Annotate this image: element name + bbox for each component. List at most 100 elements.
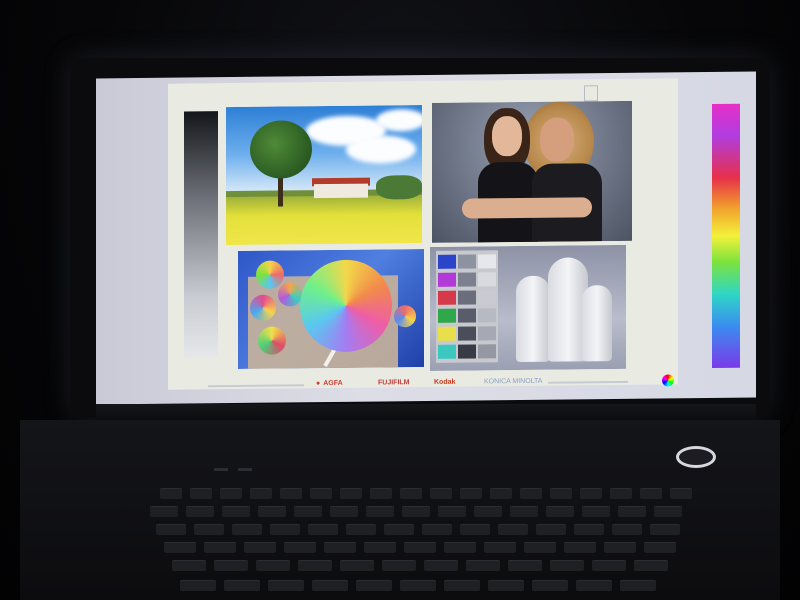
keyboard-key[interactable] [312, 580, 348, 591]
keyboard-key[interactable] [204, 542, 236, 553]
keyboard-key[interactable] [488, 580, 524, 591]
keyboard-key[interactable] [400, 580, 436, 591]
power-button-icon[interactable] [676, 446, 716, 468]
keyboard-key[interactable] [424, 560, 458, 571]
keyboard-key[interactable] [186, 506, 214, 517]
keyboard-key[interactable] [366, 506, 394, 517]
keyboard-key[interactable] [582, 506, 610, 517]
swatch [438, 344, 456, 359]
color-spectrum-bar [712, 103, 740, 369]
keyboard-key[interactable] [150, 506, 178, 517]
keyboard-key[interactable] [214, 560, 248, 571]
swatch [478, 308, 496, 323]
keyboard-key[interactable] [532, 580, 568, 591]
keyboard-key[interactable] [592, 560, 626, 571]
keyboard-key[interactable] [612, 524, 642, 535]
keyboard-key[interactable] [324, 542, 356, 553]
keyboard-key[interactable] [294, 506, 322, 517]
keyboard-key[interactable] [444, 542, 476, 553]
keyboard-key[interactable] [466, 560, 500, 571]
cloud [376, 109, 422, 132]
color-test-photo [430, 244, 626, 371]
keyboard-key[interactable] [490, 488, 512, 499]
keyboard-key[interactable] [474, 506, 502, 517]
keyboard-key[interactable] [576, 580, 612, 591]
keyboard-key[interactable] [498, 524, 528, 535]
keyboard-key[interactable] [330, 506, 358, 517]
keyboard-key[interactable] [510, 506, 538, 517]
keyboard-key[interactable] [640, 488, 662, 499]
keyboard-key[interactable] [284, 542, 316, 553]
keyboard-key[interactable] [308, 524, 338, 535]
keyboard-key[interactable] [444, 580, 480, 591]
keyboard-key[interactable] [430, 488, 452, 499]
grayscale-ramp [184, 111, 218, 358]
kodak-logo: Kodak [434, 378, 456, 386]
swatch [458, 308, 476, 323]
keyboard-key[interactable] [654, 506, 682, 517]
keyboard-key[interactable] [400, 488, 422, 499]
keyboard-key[interactable] [340, 560, 374, 571]
keyboard-key[interactable] [520, 488, 542, 499]
keyboard-key[interactable] [550, 488, 572, 499]
divider-line [208, 384, 304, 388]
keyboard-key[interactable] [220, 488, 242, 499]
keyboard-key[interactable] [310, 488, 332, 499]
keyboard-key[interactable] [340, 488, 362, 499]
keyboard-key[interactable] [356, 580, 392, 591]
keyboard-key[interactable] [524, 542, 556, 553]
landscape-photo [226, 105, 422, 246]
keyboard-key[interactable] [190, 488, 212, 499]
keyboard-key[interactable] [574, 524, 604, 535]
keyboard-key[interactable] [172, 560, 206, 571]
swatch [438, 254, 456, 269]
keyboard-key[interactable] [156, 524, 186, 535]
keyboard-key[interactable] [634, 560, 668, 571]
keyboard-key[interactable] [580, 488, 602, 499]
keyboard-key[interactable] [404, 542, 436, 553]
keyboard-key[interactable] [346, 524, 376, 535]
small-pinwheel [250, 294, 276, 321]
keyboard-key[interactable] [370, 488, 392, 499]
keyboard-key[interactable] [232, 524, 262, 535]
keyboard-key[interactable] [194, 524, 224, 535]
keyboard-key[interactable] [564, 542, 596, 553]
keyboard-key[interactable] [222, 506, 250, 517]
keyboard-key[interactable] [250, 488, 272, 499]
keyboard-key[interactable] [550, 560, 584, 571]
keyboard-key[interactable] [258, 506, 286, 517]
keyboard-key[interactable] [422, 524, 452, 535]
status-led [238, 468, 252, 471]
small-pinwheel [394, 305, 416, 328]
keyboard-key[interactable] [460, 524, 490, 535]
keyboard-key[interactable] [670, 488, 692, 499]
keyboard-key[interactable] [164, 542, 196, 553]
keyboard-key[interactable] [402, 506, 430, 517]
keyboard-key[interactable] [224, 580, 260, 591]
keyboard-key[interactable] [620, 580, 656, 591]
keyboard-key[interactable] [508, 560, 542, 571]
keyboard-key[interactable] [460, 488, 482, 499]
keyboard-key[interactable] [384, 524, 414, 535]
keyboard-key[interactable] [160, 488, 182, 499]
keyboard-key[interactable] [180, 580, 216, 591]
keyboard-key[interactable] [298, 560, 332, 571]
color-swatch-grid [436, 250, 498, 363]
swatch [478, 290, 496, 305]
keyboard-key[interactable] [484, 542, 516, 553]
keyboard-key[interactable] [546, 506, 574, 517]
keyboard-key[interactable] [364, 542, 396, 553]
keyboard-key[interactable] [438, 506, 466, 517]
keyboard-key[interactable] [256, 560, 290, 571]
keyboard-key[interactable] [280, 488, 302, 499]
keyboard-key[interactable] [536, 524, 566, 535]
keyboard-key[interactable] [244, 542, 276, 553]
keyboard-key[interactable] [604, 542, 636, 553]
keyboard-key[interactable] [610, 488, 632, 499]
keyboard-key[interactable] [618, 506, 646, 517]
keyboard-key[interactable] [644, 542, 676, 553]
keyboard-key[interactable] [268, 580, 304, 591]
keyboard-key[interactable] [382, 560, 416, 571]
keyboard-key[interactable] [650, 524, 680, 535]
keyboard-key[interactable] [270, 524, 300, 535]
